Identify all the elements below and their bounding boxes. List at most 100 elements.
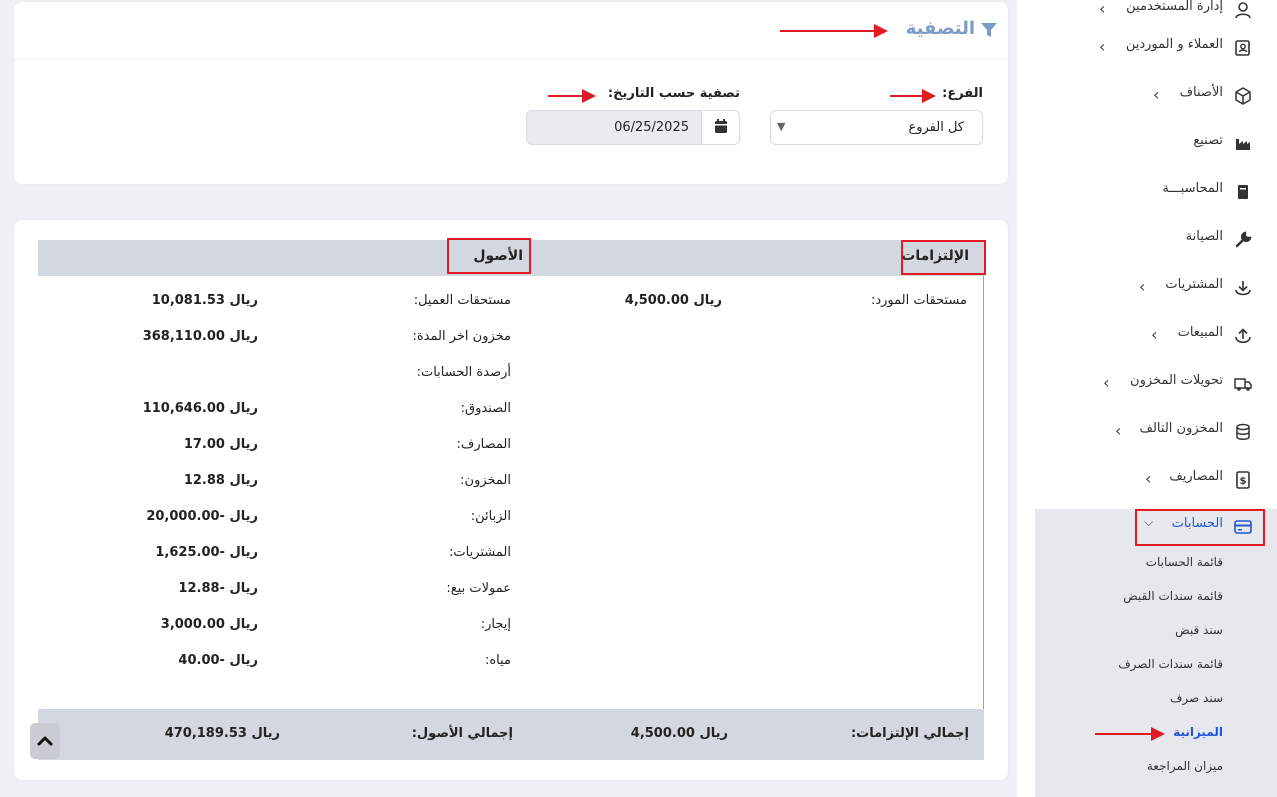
receipt-icon: $ (1233, 470, 1253, 490)
annotation-box (1135, 509, 1265, 546)
truck-icon (1233, 374, 1253, 394)
sub-item-receipt-vouchers-list[interactable]: قائمة سندات القبض (1123, 589, 1223, 603)
annotation-arrow (890, 89, 936, 103)
asset-value: ريال 12.88 (183, 473, 258, 488)
asset-value: ريال 10,081.53 (151, 293, 258, 308)
annotation-box (447, 238, 531, 274)
sidebar-item-sales[interactable]: المبيعات ‹ (1017, 316, 1277, 356)
wrench-icon (1233, 230, 1253, 250)
date-value: 06/25/2025 (614, 120, 689, 135)
balance-sheet-card: الإلتزامات الأصول مستحقات المورد: ريال 4… (14, 220, 1008, 780)
sidebar-item-label: المشتريات (1165, 277, 1223, 292)
sub-item-trial-balance[interactable]: ميزان المراجعة (1147, 759, 1223, 773)
box-icon (1233, 86, 1253, 106)
user-icon (1233, 0, 1253, 20)
book-icon (1233, 182, 1253, 202)
asset-value: ريال -1,625.00 (155, 545, 258, 560)
total-assets-label: إجمالي الأصول: (411, 726, 513, 741)
asset-value: ريال 368,110.00 (142, 329, 258, 344)
factory-icon (1233, 134, 1253, 154)
sidebar-item-label: تحويلات المخزون (1130, 373, 1223, 388)
chevron-left-icon: ‹ (1145, 469, 1152, 488)
liability-label: مستحقات المورد: (870, 293, 967, 308)
sidebar-item-label: الأصناف (1179, 85, 1223, 100)
sidebar-item-accounting[interactable]: المحاسبـــة (1017, 172, 1277, 212)
branch-select[interactable]: كل الفروع ▼ (770, 110, 983, 145)
asset-label: إيجار: (480, 617, 511, 632)
upload-icon (1233, 326, 1253, 346)
sidebar-item-label: المصاريف (1169, 469, 1223, 484)
sidebar-item-label: إدارة المستخدمين (1126, 0, 1223, 14)
chevron-down-icon: ▼ (777, 120, 786, 133)
sidebar-item-expenses[interactable]: $ المصاريف ‹ (1017, 460, 1277, 500)
branch-select-value: كل الفروع (908, 120, 964, 135)
asset-label: مستحقات العميل: (413, 293, 511, 308)
annotation-arrow (548, 89, 596, 103)
asset-label: مخزون اخر المدة: (412, 329, 511, 344)
asset-value: ريال 110,646.00 (142, 401, 258, 416)
funnel-icon (980, 21, 998, 43)
asset-label: المشتريات: (449, 545, 511, 560)
sidebar-item-maintenance[interactable]: الصيانة (1017, 220, 1277, 260)
date-input[interactable]: 06/25/2025 (526, 110, 740, 145)
contacts-icon (1233, 38, 1253, 58)
annotation-box (901, 240, 986, 275)
chevron-left-icon: ‹ (1099, 0, 1106, 18)
sub-item-payment-voucher[interactable]: سند صرف (1170, 691, 1223, 705)
asset-label: عمولات بيع: (446, 581, 511, 596)
chevron-left-icon: ‹ (1115, 421, 1122, 440)
sub-item-receipt-voucher[interactable]: سند قبض (1175, 623, 1223, 637)
sidebar-item-label: المحاسبـــة (1162, 181, 1223, 196)
download-icon (1233, 278, 1253, 298)
sidebar-item-purchases[interactable]: المشتريات ‹ (1017, 268, 1277, 308)
chevron-left-icon: ‹ (1151, 325, 1158, 344)
asset-value: ريال -40.00 (178, 653, 258, 668)
chevron-left-icon: ‹ (1153, 85, 1160, 104)
total-liabilities-value: ريال 4,500.00 (630, 726, 728, 741)
annotation-arrow (780, 24, 888, 38)
chevron-left-icon: ‹ (1099, 37, 1106, 56)
sub-item-payment-vouchers-list[interactable]: قائمة سندات الصرف (1118, 657, 1223, 671)
sidebar-item-items[interactable]: الأصناف ‹ (1017, 76, 1277, 116)
asset-label: الزبائن: (470, 509, 511, 524)
calendar-icon (715, 119, 727, 133)
annotation-arrow (1095, 727, 1165, 741)
branch-label: الفرع: (942, 86, 983, 101)
chevron-left-icon: ‹ (1139, 277, 1146, 296)
asset-label: المخزون: (460, 473, 511, 488)
sidebar-item-stock-transfers[interactable]: تحويلات المخزون ‹ (1017, 364, 1277, 404)
sidebar-item-label: تصنيع (1193, 133, 1223, 148)
svg-text:$: $ (1240, 476, 1247, 487)
date-filter-label: تصفية حسب التاريخ: (607, 86, 740, 101)
asset-label: الصندوق: (460, 401, 511, 416)
sidebar-item-contacts[interactable]: العملاء و الموردين ‹ (1017, 28, 1277, 68)
balance-sheet-footer: إجمالي الإلتزامات: ريال 4,500.00 إجمالي … (38, 709, 984, 760)
calendar-button[interactable] (701, 111, 739, 144)
database-icon (1233, 422, 1253, 442)
sidebar-item-manufacturing[interactable]: تصنيع (1017, 124, 1277, 164)
asset-value: ريال -12.88 (178, 581, 258, 596)
asset-label: أرصدة الحسابات: (416, 365, 511, 380)
asset-value: ريال -20,000.00 (146, 509, 258, 524)
liability-value: ريال 4,500.00 (624, 293, 722, 308)
asset-value: ريال 3,000.00 (160, 617, 258, 632)
sidebar-item-label: العملاء و الموردين (1125, 37, 1223, 52)
filter-title: التصفية (905, 18, 975, 39)
asset-label: مياه: (484, 653, 511, 668)
sidebar-item-label: الصيانة (1185, 229, 1223, 244)
sidebar-item-label: المبيعات (1177, 325, 1223, 340)
chevron-up-icon (37, 736, 53, 746)
table-divider (983, 276, 984, 760)
sub-item-balance-sheet[interactable]: الميزانية (1173, 725, 1223, 739)
sidebar-item-label: المخزون التالف (1139, 421, 1223, 436)
sidebar-item-damaged-stock[interactable]: المخزون التالف ‹ (1017, 412, 1277, 452)
sidebar: إدارة المستخدمين ‹ العملاء و الموردين ‹ … (1017, 0, 1277, 797)
sidebar-item-users[interactable]: إدارة المستخدمين ‹ (1017, 0, 1277, 30)
asset-value: ريال 17.00 (183, 437, 258, 452)
accounts-group (1035, 509, 1277, 797)
sub-item-accounts-list[interactable]: قائمة الحسابات (1146, 555, 1223, 569)
total-liabilities-label: إجمالي الإلتزامات: (850, 726, 969, 741)
total-assets-value: ريال 470,189.53 (164, 726, 280, 741)
scroll-top-button[interactable] (30, 723, 60, 759)
asset-label: المصارف: (456, 437, 511, 452)
